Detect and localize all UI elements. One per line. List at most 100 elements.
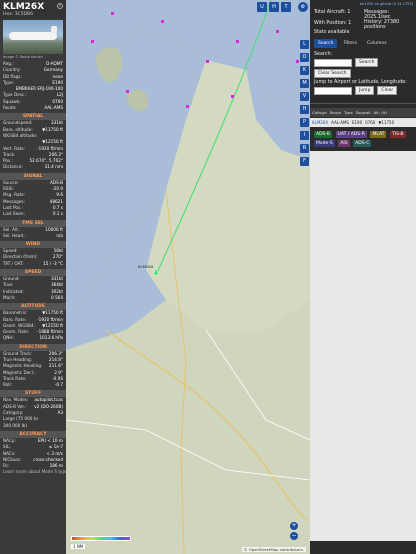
accuracy-list: NACp: EPU < 10 m SIL: ≤ 1e-7 NACv: < 3 m/s NIC… — [0, 438, 66, 469]
search-label: Search: — [314, 52, 333, 57]
tab-filters[interactable]: Filters — [339, 39, 361, 48]
wind-label: TAT / OAT: — [3, 260, 24, 266]
table-row[interactable]: KLM26X AAL-AMS E190 0760 ▼11750 — [310, 118, 416, 127]
right-sidebar: tar1090 on github (3.14.1753) Total Airc… — [310, 0, 416, 554]
zoom-in-button[interactable]: + — [290, 522, 298, 530]
map-button-o[interactable]: O — [300, 53, 309, 62]
stuff-label: 300 000 lb) — [3, 422, 28, 428]
map-attribution: © OpenStreetMap contributors. — [241, 547, 306, 552]
table-empty-area — [310, 151, 416, 541]
chip-ais[interactable]: AIS — [338, 140, 350, 147]
map-button-m[interactable]: M — [300, 79, 309, 88]
map-button-i[interactable]: I — [300, 131, 309, 140]
map-view[interactable]: KLM26X 1 NM © OpenStreetMap contributors… — [66, 0, 310, 554]
speed-title: SPEED — [0, 269, 66, 277]
map-button-t[interactable]: T — [281, 2, 291, 12]
fms-label: Sel. Head.: — [3, 232, 26, 238]
clear-search-button[interactable]: Clear Search — [314, 69, 351, 78]
map-button-f[interactable]: F — [300, 157, 309, 166]
col-callsign[interactable]: Callsign — [312, 110, 327, 115]
altitude-title: ALTITUDE — [0, 303, 66, 311]
map-button-u[interactable]: U — [257, 2, 267, 12]
tab-columns[interactable]: Columns — [363, 39, 391, 48]
wind-row: TAT / OAT: 15 / -3 °C — [0, 261, 66, 267]
map-button-k[interactable]: K — [300, 66, 309, 75]
source-legend: ADS-B UAT / ADS-R MLAT TIS-B Mode-S AIS … — [310, 127, 416, 151]
speed-value: 0.564 — [51, 294, 63, 300]
wind-list: Speed: 56kt Direction (from): 270° TAT / OAT… — [0, 248, 66, 267]
zoom-out-button[interactable]: − — [290, 532, 298, 540]
spatial-value: 31.4 nmi — [44, 164, 63, 170]
dir-row: Roll: -0.7 — [0, 382, 66, 388]
col-altitude[interactable]: Alt. (ft) — [374, 110, 387, 115]
spatial-label: Distance: — [3, 164, 23, 170]
map-button-p[interactable]: P — [300, 118, 309, 127]
chip-adsc[interactable]: ADS-C — [353, 140, 372, 147]
clear-button[interactable]: Clear — [377, 86, 398, 95]
jump-input[interactable] — [314, 86, 352, 95]
col-type[interactable]: Type — [344, 110, 353, 115]
dir-label: Roll: — [3, 382, 13, 388]
version-link[interactable]: tar1090 on github (3.14.1753) — [310, 0, 416, 8]
settings-icon[interactable]: ⚙ — [298, 2, 308, 12]
row-altitude: ▼11750 — [378, 120, 395, 125]
signal-list: Source: ADS-B RSSI: -20.9 Msg. Rate: 9.6 Messa… — [0, 180, 66, 218]
spatial-value: ▼11750 ft — [42, 126, 63, 132]
wind-value: 15 / -3 °C — [43, 260, 63, 266]
direction-title: DIRECTION — [0, 343, 66, 351]
jump-button[interactable]: Jump — [355, 86, 375, 95]
chip-adsb[interactable]: ADS-B — [314, 131, 332, 138]
footer-note: Learn more about Mode S type by hovering… — [3, 469, 66, 475]
dir-value: -0.7 — [54, 382, 63, 388]
map-button-r[interactable]: R — [300, 144, 309, 153]
chip-uat[interactable]: UAT / ADS-R — [335, 131, 367, 138]
spatial-list: Groundspeed: 331kt Baro. altitude: ▼11750 f… — [0, 120, 66, 170]
info-row: Route: AAL-AMS — [0, 105, 66, 111]
hex-code: Hex: 3C5DB6 — [3, 12, 33, 17]
chip-modes[interactable]: Mode-S — [314, 140, 335, 147]
col-route[interactable]: Route — [330, 110, 341, 115]
divider — [310, 103, 416, 104]
signal-value: 0.1 s — [52, 211, 63, 217]
accuracy-title: ACCURACY — [0, 430, 66, 438]
search-button[interactable]: Search — [355, 58, 379, 67]
stats-available[interactable]: Stats available — [314, 30, 351, 35]
table-header: Callsign Route Type Squawk Alt. (ft) — [310, 108, 416, 117]
row-type: E190 — [351, 120, 363, 125]
history-positions: positions — [364, 25, 386, 30]
chip-mlat[interactable]: MLAT — [370, 131, 387, 138]
signal-label: Last Seen: — [3, 211, 25, 217]
map-button-v[interactable]: V — [300, 92, 309, 101]
altitude-color-legend — [71, 536, 131, 541]
fms-list: Sel. Alt.: 10000 ft Sel. Head.: n/a — [0, 227, 66, 240]
aircraft-map-label: KLM26X — [138, 264, 154, 269]
wind-title: WIND — [0, 241, 66, 249]
info-value: AAL-AMS — [44, 105, 63, 111]
close-icon[interactable]: × — [57, 3, 63, 9]
direction-list: Ground Track: 206.3° True Heading: 214.8° Ma… — [0, 351, 66, 389]
map-button-l[interactable]: L — [300, 40, 309, 49]
row-route: AAL-AMS — [331, 120, 349, 125]
speed-list: Ground: 331kt True: 364kt Indicated: 302kt Mac… — [0, 276, 66, 301]
row-squawk: 0760 — [365, 120, 376, 125]
alt-row: QNH: 1013.6 hPa — [0, 335, 66, 341]
speed-row: Mach: 0.564 — [0, 295, 66, 301]
stats-block: Total Aircraft: 1 With Position: 1 Stats… — [310, 8, 416, 37]
aircraft-detail-panel: KLM26X Hex: 3C5DB6 × Image © Rosse Kanic… — [0, 0, 66, 554]
search-input[interactable] — [314, 58, 352, 67]
spatial-title: SPATIAL — [0, 113, 66, 121]
col-squawk[interactable]: Squawk — [356, 110, 371, 115]
chip-tisb[interactable]: TIS-B — [390, 131, 406, 138]
map-button-h[interactable]: H — [269, 2, 279, 12]
plane-fin-shape — [51, 26, 57, 33]
aircraft-photo[interactable] — [3, 20, 63, 54]
alt-value: 1013.6 hPa — [39, 335, 63, 341]
signal-title: SIGNAL — [0, 172, 66, 180]
fms-value: n/a — [56, 232, 63, 238]
stuff-list: Nav. Modes: autopilot,tcas ADS-B Ver.: v2 (… — [0, 397, 66, 428]
signal-row: Last Seen: 0.1 s — [0, 211, 66, 217]
alt-label: QNH: — [3, 335, 14, 341]
map-button-h2[interactable]: H — [300, 105, 309, 114]
mainland — [66, 300, 310, 554]
tab-search[interactable]: Search — [314, 39, 338, 48]
